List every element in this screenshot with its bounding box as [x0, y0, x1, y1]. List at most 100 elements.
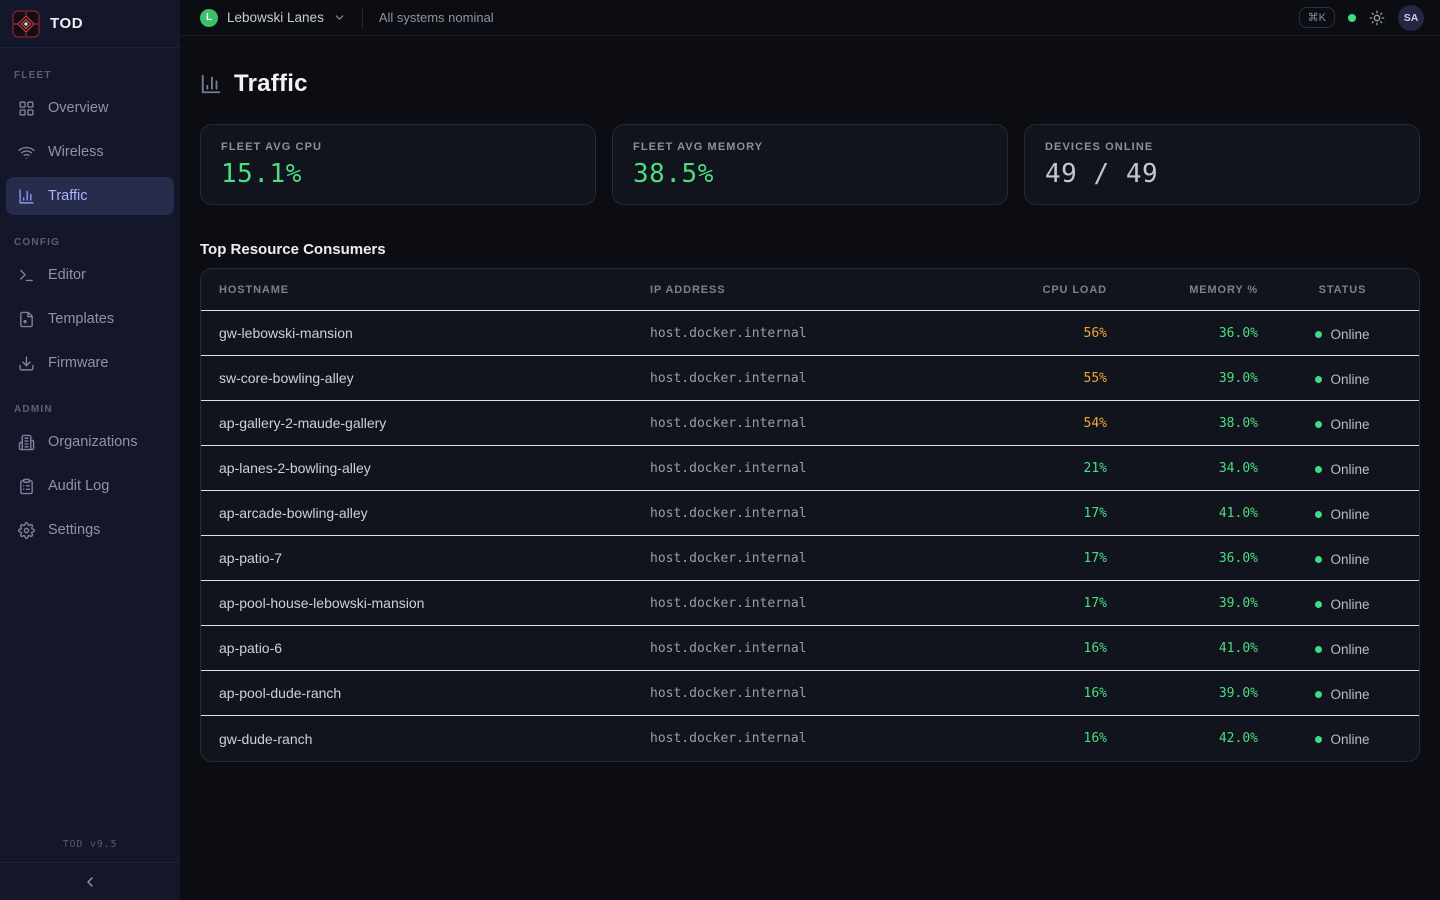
sidebar-item-label: Firmware: [48, 355, 108, 371]
nav-section-fleet: FLEET: [0, 54, 180, 89]
sidebar-item-templates[interactable]: Templates: [6, 300, 174, 338]
sidebar-item-overview[interactable]: Overview: [6, 89, 174, 127]
stat-cards: FLEET AVG CPU 15.1% FLEET AVG MEMORY 38.…: [200, 124, 1420, 205]
chevron-down-icon: [333, 11, 346, 24]
memory-cell: 42.0%: [1121, 716, 1266, 761]
ip-cell: host.docker.internal: [646, 491, 971, 536]
user-avatar[interactable]: SA: [1398, 5, 1424, 31]
memory-cell: 39.0%: [1121, 671, 1266, 716]
topbar: L Lebowski Lanes All systems nominal ⌘K …: [180, 0, 1440, 36]
cpu-cell: 17%: [971, 536, 1121, 581]
online-dot: [1315, 376, 1322, 383]
hostname-cell: ap-patio-6: [201, 626, 646, 671]
cpu-cell: 17%: [971, 581, 1121, 626]
chevron-left-icon: [82, 874, 98, 890]
hostname-cell: sw-core-bowling-alley: [201, 356, 646, 401]
hostname-cell: gw-lebowski-mansion: [201, 311, 646, 356]
table-row[interactable]: ap-patio-6 host.docker.internal 16% 41.0…: [201, 626, 1419, 671]
nav-section-config: CONFIG: [0, 221, 180, 256]
status-cell: Online: [1266, 626, 1419, 671]
sidebar-item-organizations[interactable]: Organizations: [6, 423, 174, 461]
status-cell: Online: [1266, 671, 1419, 716]
cpu-cell: 16%: [971, 716, 1121, 761]
online-dot: [1315, 601, 1322, 608]
ip-cell: host.docker.internal: [646, 311, 971, 356]
ip-cell: host.docker.internal: [646, 581, 971, 626]
cpu-cell: 54%: [971, 401, 1121, 446]
download-icon: [18, 355, 35, 372]
table-row[interactable]: ap-arcade-bowling-alley host.docker.inte…: [201, 491, 1419, 536]
terminal-icon: [18, 267, 35, 284]
sidebar-nav: FLEET Overview Wireless Traffic CONFIG E: [0, 48, 180, 555]
table-row[interactable]: ap-pool-dude-ranch host.docker.internal …: [201, 671, 1419, 716]
status-cell: Online: [1266, 356, 1419, 401]
sidebar-footer: TOD v9.5: [0, 831, 180, 900]
org-avatar: L: [200, 9, 218, 27]
table-title: Top Resource Consumers: [200, 241, 1420, 258]
cpu-cell: 21%: [971, 446, 1121, 491]
sidebar-item-label: Settings: [48, 522, 100, 538]
sidebar-item-traffic[interactable]: Traffic: [6, 177, 174, 215]
column-header-ip: IP ADDRESS: [646, 269, 971, 311]
topbar-divider: [362, 8, 363, 28]
hostname-cell: ap-gallery-2-maude-gallery: [201, 401, 646, 446]
sidebar-item-label: Editor: [48, 267, 86, 283]
table-row[interactable]: ap-gallery-2-maude-gallery host.docker.i…: [201, 401, 1419, 446]
cpu-cell: 16%: [971, 626, 1121, 671]
command-palette-shortcut[interactable]: ⌘K: [1299, 7, 1335, 28]
sidebar-item-label: Traffic: [48, 188, 87, 204]
online-dot: [1315, 646, 1322, 653]
column-header-status: STATUS: [1266, 269, 1419, 311]
status-label: Online: [1330, 417, 1369, 432]
table-row[interactable]: sw-core-bowling-alley host.docker.intern…: [201, 356, 1419, 401]
hostname-cell: ap-arcade-bowling-alley: [201, 491, 646, 536]
memory-cell: 39.0%: [1121, 581, 1266, 626]
grid-icon: [18, 100, 35, 117]
health-indicator-dot: [1348, 14, 1356, 22]
cpu-cell: 56%: [971, 311, 1121, 356]
sidebar-item-label: Audit Log: [48, 478, 109, 494]
sidebar-item-editor[interactable]: Editor: [6, 256, 174, 294]
sidebar-item-label: Templates: [48, 311, 114, 327]
app-name: TOD: [50, 15, 83, 32]
bar-chart-icon: [18, 188, 35, 205]
page-content: Traffic FLEET AVG CPU 15.1% FLEET AVG ME…: [180, 36, 1440, 762]
online-dot: [1315, 556, 1322, 563]
status-label: Online: [1330, 687, 1369, 702]
online-dot: [1315, 691, 1322, 698]
sidebar-item-label: Organizations: [48, 434, 137, 450]
table-row[interactable]: gw-lebowski-mansion host.docker.internal…: [201, 311, 1419, 356]
sidebar-item-firmware[interactable]: Firmware: [6, 344, 174, 382]
page-title: Traffic: [234, 70, 308, 98]
table-row[interactable]: gw-dude-ranch host.docker.internal 16% 4…: [201, 716, 1419, 761]
status-cell: Online: [1266, 536, 1419, 581]
sidebar-collapse-button[interactable]: [0, 862, 180, 900]
status-cell: Online: [1266, 491, 1419, 536]
table-row[interactable]: ap-patio-7 host.docker.internal 17% 36.0…: [201, 536, 1419, 581]
column-header-cpu: CPU LOAD: [971, 269, 1121, 311]
stat-value: 38.5%: [633, 159, 987, 189]
memory-cell: 34.0%: [1121, 446, 1266, 491]
status-cell: Online: [1266, 446, 1419, 491]
theme-toggle-button[interactable]: [1369, 10, 1385, 26]
memory-cell: 41.0%: [1121, 626, 1266, 671]
memory-cell: 36.0%: [1121, 536, 1266, 581]
stat-value: 15.1%: [221, 159, 575, 189]
app-logo-row: TOD: [0, 0, 180, 48]
table-row[interactable]: ap-lanes-2-bowling-alley host.docker.int…: [201, 446, 1419, 491]
sidebar-item-label: Overview: [48, 100, 108, 116]
status-label: Online: [1330, 597, 1369, 612]
clipboard-icon: [18, 478, 35, 495]
memory-cell: 39.0%: [1121, 356, 1266, 401]
stat-card-fleet-avg-memory: FLEET AVG MEMORY 38.5%: [612, 124, 1008, 205]
app-version: TOD v9.5: [0, 831, 180, 862]
column-header-memory: MEMORY %: [1121, 269, 1266, 311]
ip-cell: host.docker.internal: [646, 716, 971, 761]
hostname-cell: ap-pool-house-lebowski-mansion: [201, 581, 646, 626]
status-label: Online: [1330, 327, 1369, 342]
sidebar-item-settings[interactable]: Settings: [6, 511, 174, 549]
sidebar-item-audit-log[interactable]: Audit Log: [6, 467, 174, 505]
sidebar-item-wireless[interactable]: Wireless: [6, 133, 174, 171]
org-switcher[interactable]: L Lebowski Lanes: [200, 9, 346, 27]
table-row[interactable]: ap-pool-house-lebowski-mansion host.dock…: [201, 581, 1419, 626]
